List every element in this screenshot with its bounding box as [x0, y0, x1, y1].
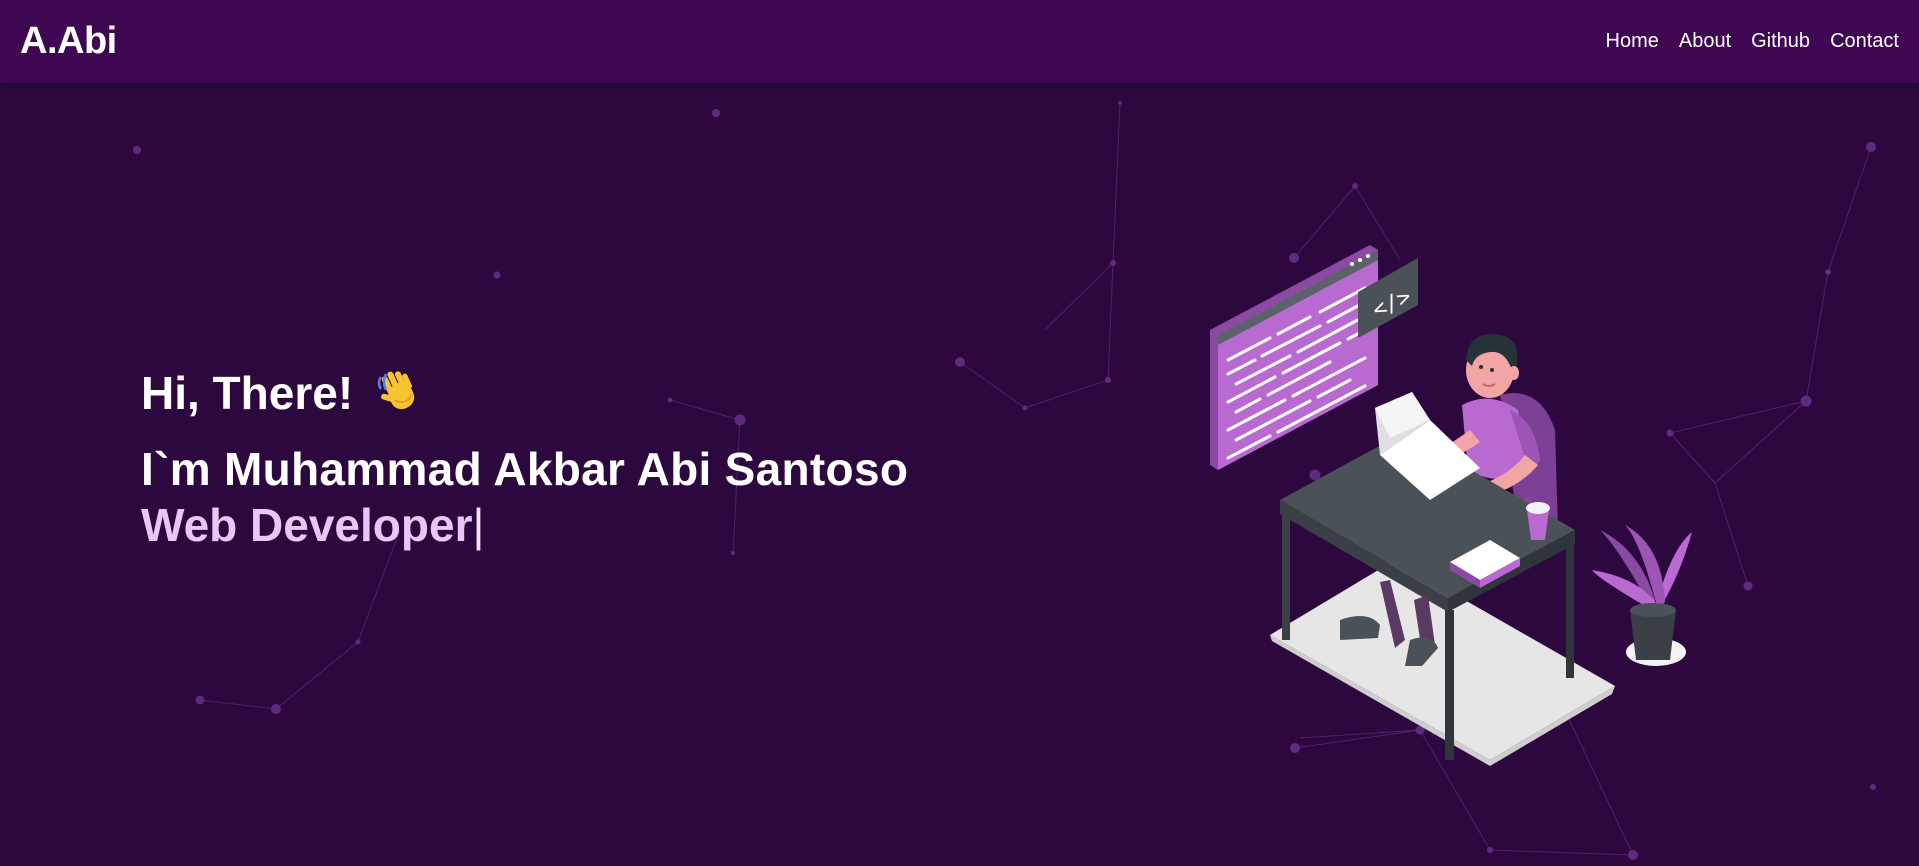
hero-role: Web Developer|: [141, 498, 908, 552]
hero-name: I`m Muhammad Akbar Abi Santoso: [141, 443, 909, 495]
nav-link-home[interactable]: Home: [1606, 30, 1659, 53]
typing-cursor: |: [472, 499, 485, 551]
nav-link-github[interactable]: Github: [1751, 30, 1810, 53]
brand-logo[interactable]: A.Abi: [20, 20, 117, 63]
page: A.Abi Home About Github Contact Hi, Ther…: [0, 0, 1919, 866]
hero-section: Hi, There! I`m Muhammad Akbar Abi Santos…: [141, 366, 908, 552]
nav-link-contact[interactable]: Contact: [1830, 30, 1899, 53]
navbar: A.Abi Home About Github Contact: [0, 0, 1919, 83]
role-text: Web Developer: [141, 499, 473, 551]
developer-illustration: </>: [1210, 245, 1692, 766]
hero-greeting: Hi, There!: [141, 366, 908, 420]
waving-hand-icon: [377, 371, 415, 410]
nav-link-about[interactable]: About: [1679, 30, 1731, 53]
nav-links: Home About Github Contact: [1606, 30, 1900, 53]
greeting-text: Hi, There!: [141, 367, 354, 419]
